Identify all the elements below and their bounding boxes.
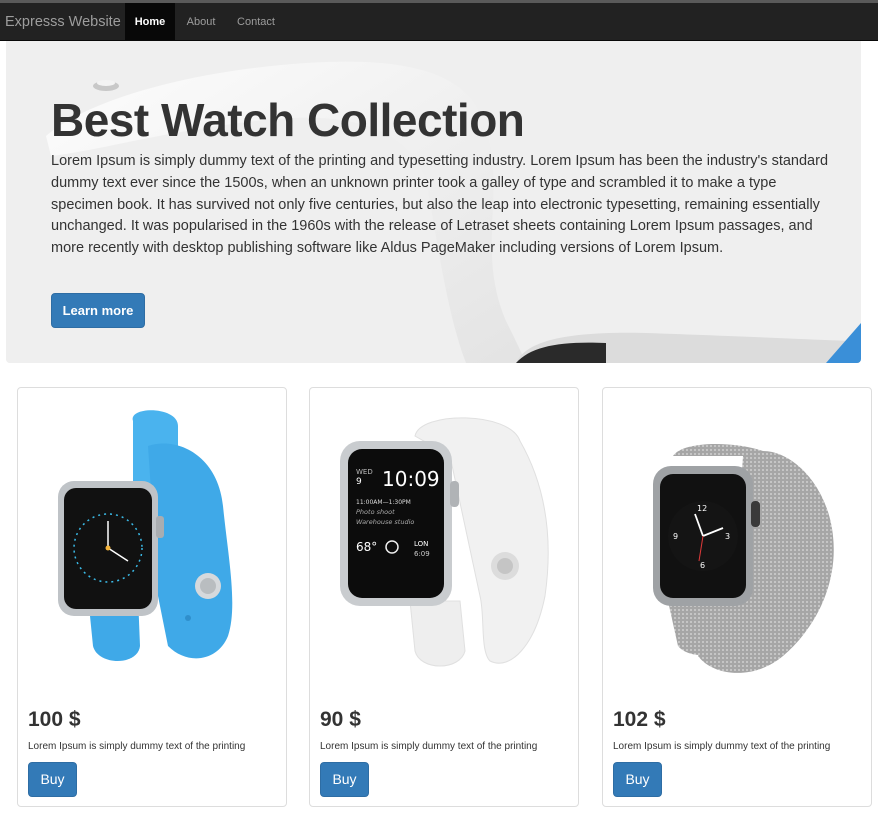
nav-about-link[interactable]: About: [175, 3, 227, 41]
product-card: 12 3 6 9 102 $ Lorem Ipsum is simply dum…: [602, 387, 872, 807]
watch-temp-text: 68°: [356, 540, 377, 554]
navbar: Expresss Website Home About Contact: [0, 3, 878, 41]
svg-text:12: 12: [697, 504, 707, 513]
blue-watch-image: [58, 410, 233, 661]
svg-text:3: 3: [725, 532, 730, 541]
watch-event-time-text: 11:00AM—1:30PM: [356, 499, 411, 506]
hero-description: Lorem Ipsum is simply dummy text of the …: [51, 153, 829, 257]
watch-city-text: LON: [414, 540, 428, 548]
watch-city-time-text: 6:09: [414, 550, 430, 558]
nav-contact-link[interactable]: Contact: [227, 3, 285, 41]
nav-home-link[interactable]: Home: [125, 3, 175, 41]
svg-text:9: 9: [673, 532, 678, 541]
product-description: Lorem Ipsum is simply dummy text of the …: [320, 741, 538, 752]
buy-button[interactable]: Buy: [28, 762, 77, 797]
product-description: Lorem Ipsum is simply dummy text of the …: [613, 741, 831, 752]
svg-text:6: 6: [700, 561, 705, 570]
product-price: 100 $: [28, 708, 81, 731]
hero-title: Best Watch Collection: [51, 94, 525, 146]
watch-time-text: 10:09: [382, 467, 440, 491]
buy-button[interactable]: Buy: [613, 762, 662, 797]
watch-day-text: WED: [356, 468, 373, 476]
product-price: 90 $: [320, 708, 361, 731]
product-price: 102 $: [613, 708, 666, 731]
product-description: Lorem Ipsum is simply dummy text of the …: [28, 741, 246, 752]
watch-event-title-text: Photo shoot: [356, 508, 395, 516]
hero-jumbotron: Best Watch Collection Lorem Ipsum is sim…: [6, 41, 861, 363]
white-watch-image: WED 9 10:09 11:00AM—1:30PM Photo shoot W…: [340, 417, 549, 667]
learn-more-button[interactable]: Learn more: [51, 293, 145, 328]
watch-event-place-text: Warehouse studio: [356, 518, 414, 526]
product-card: WED 9 10:09 11:00AM—1:30PM Photo shoot W…: [309, 387, 579, 807]
watch-date-text: 9: [356, 477, 362, 487]
milanese-watch-image: 12 3 6 9: [653, 444, 834, 673]
buy-button[interactable]: Buy: [320, 762, 369, 797]
navbar-brand[interactable]: Expresss Website: [5, 3, 121, 41]
product-card: 100 $ Lorem Ipsum is simply dummy text o…: [17, 387, 287, 807]
